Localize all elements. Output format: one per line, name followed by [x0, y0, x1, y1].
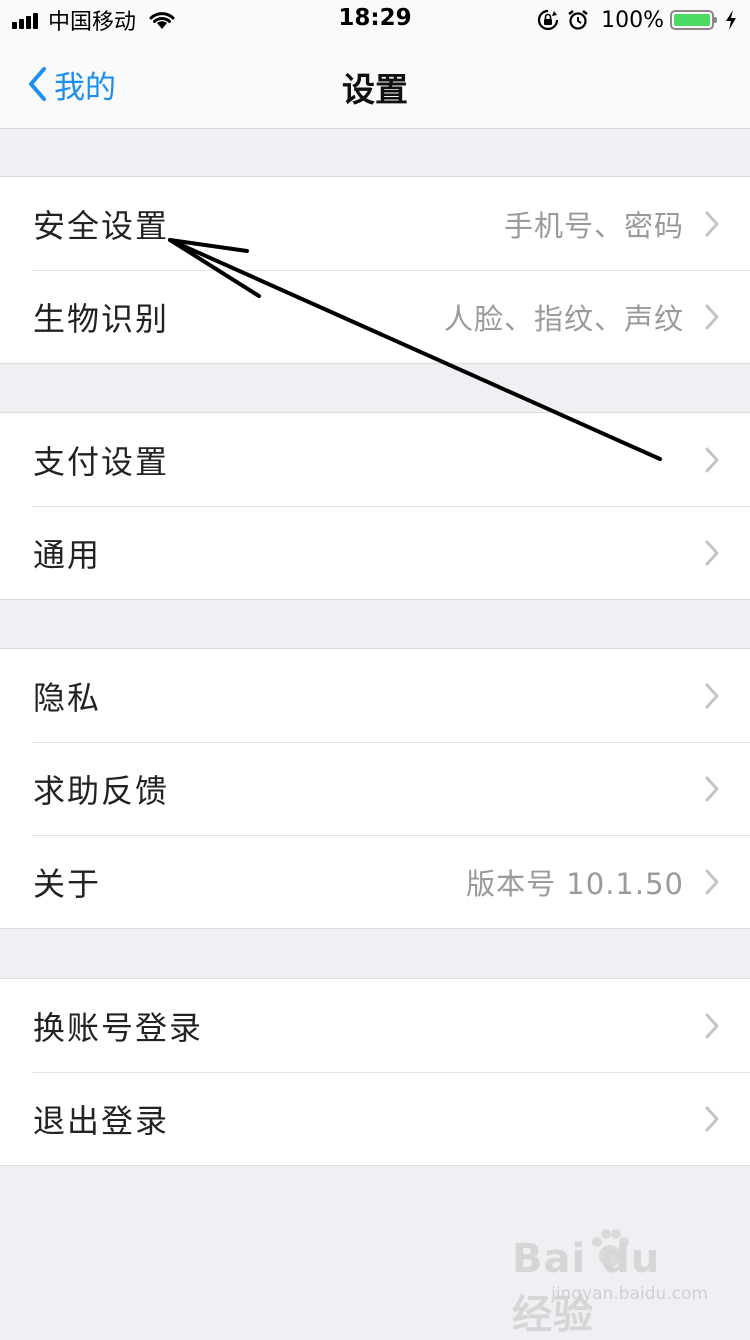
battery-icon — [670, 10, 717, 30]
row-switch-account[interactable]: 换账号登录 — [0, 979, 750, 1072]
settings-group-account-security: 安全设置 手机号、密码 生物识别 人脸、指纹、声纹 — [0, 176, 750, 364]
chevron-right-icon — [705, 1106, 719, 1132]
alarm-clock-icon — [568, 10, 588, 30]
row-biometrics[interactable]: 生物识别 人脸、指纹、声纹 — [0, 270, 750, 363]
battery-percent: 100% — [601, 7, 664, 33]
rotation-lock-icon — [538, 9, 559, 31]
navigation-bar: 我的 设置 — [0, 40, 750, 129]
row-security-settings[interactable]: 安全设置 手机号、密码 — [0, 177, 750, 270]
row-label: 求助反馈 — [33, 772, 170, 810]
row-general[interactable]: 通用 — [0, 506, 750, 599]
row-label: 支付设置 — [33, 443, 170, 481]
row-label: 安全设置 — [33, 207, 170, 245]
row-detail: 手机号、密码 — [503, 209, 684, 243]
row-help-feedback[interactable]: 求助反馈 — [0, 742, 750, 835]
row-detail: 人脸、指纹、声纹 — [443, 302, 684, 336]
row-privacy[interactable]: 隐私 — [0, 649, 750, 742]
row-about[interactable]: 关于 版本号 10.1.50 — [0, 835, 750, 928]
row-label: 生物识别 — [33, 300, 170, 338]
settings-group-payment-general: 支付设置 通用 — [0, 412, 750, 600]
row-label: 退出登录 — [33, 1102, 170, 1140]
row-label: 换账号登录 — [33, 1009, 204, 1047]
settings-group-privacy-help: 隐私 求助反馈 关于 版本号 10.1.50 — [0, 648, 750, 929]
chevron-right-icon — [705, 447, 719, 473]
baidu-jingyan-watermark: Bai du 经验 jingyan.baidu.com — [512, 1226, 712, 1338]
chevron-right-icon — [705, 211, 719, 237]
row-label: 通用 — [33, 536, 102, 574]
status-bar: 中国移动 18:29 100% — [0, 0, 750, 40]
row-payment-settings[interactable]: 支付设置 — [0, 413, 750, 506]
charging-bolt-icon — [726, 10, 736, 30]
status-right: 100% — [529, 6, 738, 34]
chevron-right-icon — [705, 869, 719, 895]
chevron-right-icon — [705, 1013, 719, 1039]
version-detail: 版本号 10.1.50 — [466, 867, 684, 901]
row-label: 关于 — [33, 865, 102, 903]
chevron-right-icon — [705, 540, 719, 566]
settings-group-account: 换账号登录 退出登录 — [0, 978, 750, 1166]
chevron-right-icon — [705, 683, 719, 709]
watermark-url: jingyan.baidu.com — [551, 1284, 708, 1304]
page-title: 设置 — [342, 70, 408, 109]
chevron-right-icon — [705, 304, 719, 330]
chevron-right-icon — [705, 776, 719, 802]
row-label: 隐私 — [33, 679, 102, 717]
row-logout[interactable]: 退出登录 — [0, 1072, 750, 1165]
